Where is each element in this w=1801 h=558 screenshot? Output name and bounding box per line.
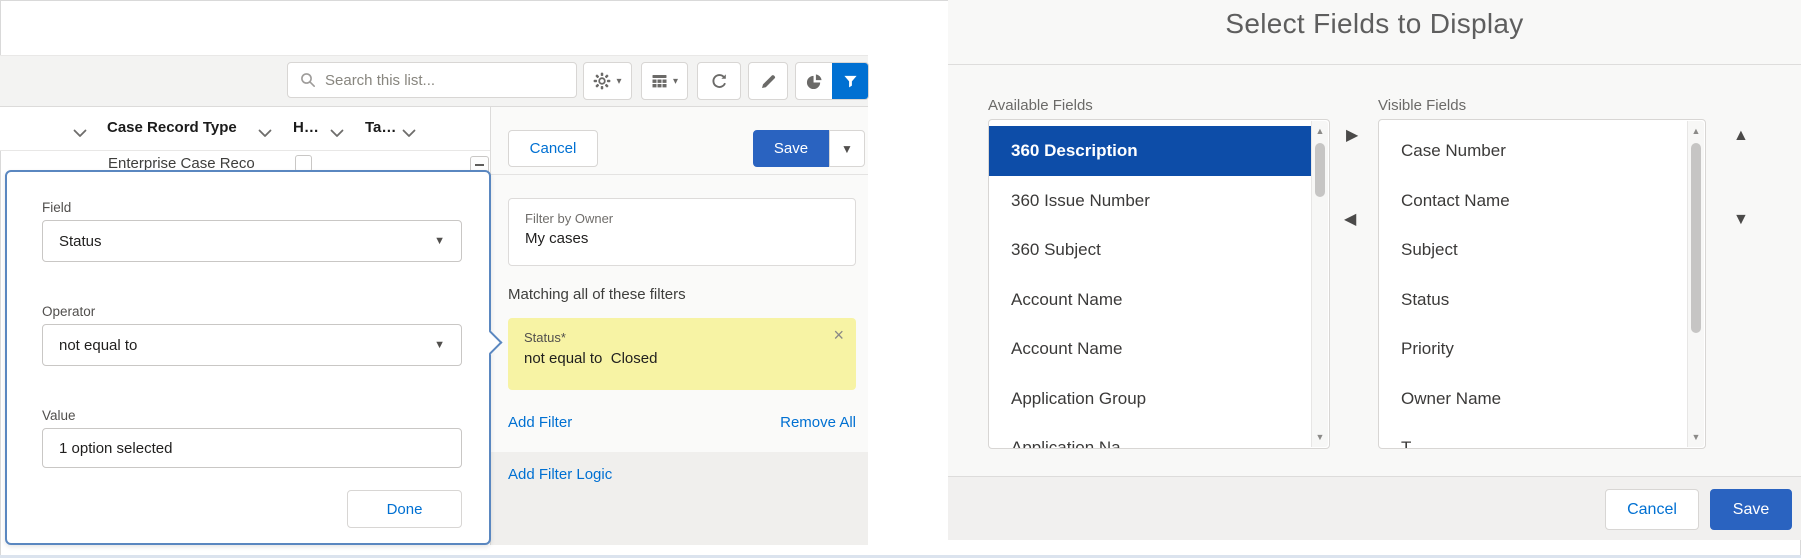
- gear-icon: [593, 72, 611, 90]
- filter-by-owner-card[interactable]: Filter by Owner My cases: [508, 198, 856, 266]
- filter-by-owner-label: Filter by Owner: [525, 211, 614, 226]
- search-input-wrapper: [287, 62, 577, 98]
- list-item[interactable]: Account Name: [989, 275, 1311, 325]
- visible-fields-list[interactable]: ▲ ▼ Case Number Contact Name Subject Status…: [1378, 119, 1706, 449]
- list-item[interactable]: Account Name: [989, 324, 1311, 374]
- column-header-case-record-type[interactable]: Case Record Type: [107, 119, 237, 136]
- filter-chip-condition: not equal to Closed: [524, 350, 658, 367]
- screenshot-root: ▾ ▾: [0, 0, 1801, 558]
- dialog-title: Select Fields to Display: [1225, 8, 1524, 39]
- field-select[interactable]: Status ▼: [42, 220, 462, 262]
- settings-button[interactable]: ▾: [583, 62, 632, 100]
- list-item[interactable]: 360 Subject: [989, 225, 1311, 275]
- table-header: Case Record Type H… Ta…: [0, 107, 490, 151]
- remove-all-link[interactable]: Remove All: [780, 414, 856, 431]
- move-left-button[interactable]: ◀: [1344, 212, 1356, 228]
- chevron-down-icon[interactable]: [258, 125, 272, 143]
- display-as-table-button[interactable]: ▾: [641, 62, 688, 100]
- list-item[interactable]: Application Na: [989, 423, 1311, 448]
- scrollbar-thumb[interactable]: [1691, 143, 1701, 333]
- caret-down-icon: ▼: [841, 141, 853, 156]
- available-list-scrollbar[interactable]: ▲ ▼: [1311, 121, 1328, 447]
- move-up-button[interactable]: ▲: [1733, 128, 1749, 144]
- available-fields-label: Available Fields: [988, 97, 1093, 114]
- list-item[interactable]: Subject: [1379, 225, 1687, 275]
- list-item[interactable]: 360 Issue Number: [989, 176, 1311, 226]
- charts-button[interactable]: [796, 63, 832, 99]
- chart-filter-button-group: [795, 62, 869, 100]
- filter-chip-status[interactable]: Status* not equal to Closed ×: [508, 318, 856, 390]
- search-icon: [300, 72, 316, 88]
- chevron-down-icon[interactable]: [330, 125, 344, 143]
- filter-chip-field: Status*: [524, 330, 566, 345]
- operator-label: Operator: [42, 304, 96, 319]
- dialog-cancel-button[interactable]: Cancel: [1605, 489, 1699, 530]
- move-right-button[interactable]: ▶: [1346, 128, 1358, 144]
- dialog-footer: Cancel Save: [948, 476, 1801, 540]
- filter-by-owner-value: My cases: [525, 230, 589, 247]
- filters-button[interactable]: [832, 63, 868, 99]
- filter-panel-divider: [491, 174, 868, 175]
- refresh-button[interactable]: [697, 62, 741, 100]
- value-input-text: 1 option selected: [59, 439, 173, 457]
- list-item[interactable]: Owner Name: [1379, 374, 1687, 424]
- add-filter-link[interactable]: Add Filter: [508, 414, 572, 431]
- move-down-button[interactable]: ▼: [1733, 212, 1749, 228]
- field-select-value: Status: [59, 232, 102, 250]
- dialog-save-button[interactable]: Save: [1710, 489, 1792, 530]
- list-item[interactable]: T: [1379, 423, 1687, 448]
- list-item[interactable]: Contact Name: [1379, 176, 1687, 226]
- dash-icon: [475, 163, 484, 166]
- operator-select-value: not equal to: [59, 336, 138, 354]
- pencil-icon: [760, 73, 777, 90]
- column-header-truncated[interactable]: H…: [293, 119, 319, 136]
- visible-list-scrollbar[interactable]: ▲ ▼: [1687, 121, 1704, 447]
- edit-button[interactable]: [748, 62, 788, 100]
- scroll-up-icon[interactable]: ▲: [1312, 126, 1328, 136]
- scroll-down-icon[interactable]: ▼: [1688, 432, 1704, 442]
- chevron-down-icon[interactable]: [402, 125, 416, 143]
- caret-down-icon: ▾: [616, 75, 622, 87]
- select-fields-dialog: Select Fields to Display Available Field…: [948, 0, 1801, 540]
- scroll-down-icon[interactable]: ▼: [1312, 432, 1328, 442]
- pie-chart-icon: [806, 73, 823, 90]
- table-icon: [651, 73, 668, 90]
- chevron-down-icon[interactable]: [73, 125, 87, 143]
- done-button[interactable]: Done: [347, 490, 462, 528]
- list-item[interactable]: Case Number: [1379, 126, 1687, 176]
- add-filter-logic-link[interactable]: Add Filter Logic: [508, 466, 612, 483]
- list-item[interactable]: Priority: [1379, 324, 1687, 374]
- dialog-title-divider: [948, 64, 1801, 65]
- list-item[interactable]: 360 Description: [989, 126, 1311, 176]
- value-input[interactable]: 1 option selected: [42, 428, 462, 468]
- scroll-up-icon[interactable]: ▲: [1688, 126, 1704, 136]
- filter-links-row: Add Filter Remove All: [508, 414, 856, 431]
- save-dropdown-button[interactable]: ▼: [829, 130, 865, 167]
- visible-fields-label: Visible Fields: [1378, 97, 1467, 114]
- list-item[interactable]: Status: [1379, 275, 1687, 325]
- filter-edit-popover: Field Status ▼ Operator not equal to ▼ V…: [5, 170, 503, 545]
- filter-save-button[interactable]: Save: [753, 130, 829, 167]
- list-item[interactable]: Application Group: [989, 374, 1311, 424]
- search-input[interactable]: [325, 71, 564, 89]
- scrollbar-thumb[interactable]: [1315, 143, 1325, 197]
- close-icon[interactable]: ×: [833, 326, 844, 344]
- refresh-icon: [711, 73, 728, 90]
- value-label: Value: [42, 408, 76, 423]
- filter-cancel-button[interactable]: Cancel: [508, 130, 598, 167]
- funnel-icon: [843, 74, 858, 89]
- caret-down-icon: ▼: [434, 339, 445, 351]
- matching-filters-text: Matching all of these filters: [508, 286, 686, 303]
- field-label: Field: [42, 200, 72, 215]
- caret-down-icon: ▼: [434, 235, 445, 247]
- available-fields-list[interactable]: ▲ ▼ 360 Description 360 Issue Number 360 S…: [988, 119, 1330, 449]
- caret-down-icon: ▾: [672, 75, 679, 87]
- column-header-truncated-2[interactable]: Ta…: [365, 119, 396, 136]
- operator-select[interactable]: not equal to ▼: [42, 324, 462, 366]
